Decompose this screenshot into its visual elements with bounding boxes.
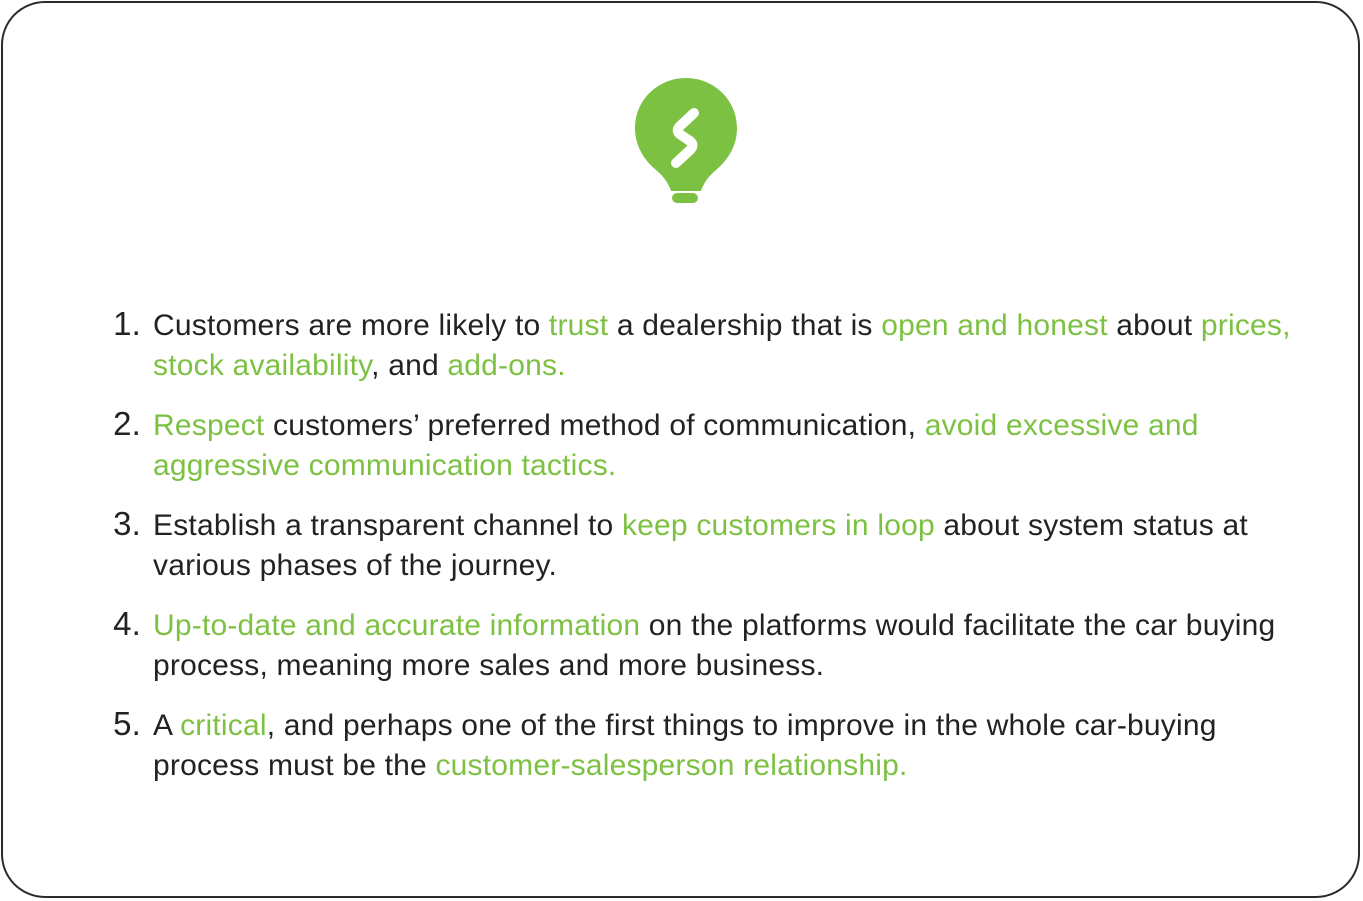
highlighted-text: add-ons. bbox=[447, 349, 566, 382]
insight-item: 3. Establish a transparent channel to kee… bbox=[103, 505, 1303, 586]
highlighted-text: Up-to-date and accurate information bbox=[153, 609, 641, 642]
body-text: customers’ preferred method of communica… bbox=[264, 409, 925, 442]
body-text: Establish a transparent channel to bbox=[153, 509, 622, 542]
highlighted-text: Respect bbox=[153, 409, 265, 442]
body-text: A bbox=[153, 709, 181, 742]
insight-number: 5. bbox=[113, 705, 141, 742]
body-text: about bbox=[1107, 309, 1201, 342]
insights-list: 1. Customers are more likely to trust a d… bbox=[103, 305, 1303, 806]
insight-number: 2. bbox=[113, 405, 141, 442]
highlighted-text: open and honest bbox=[881, 309, 1108, 342]
insights-card: 1. Customers are more likely to trust a d… bbox=[1, 1, 1360, 898]
highlighted-text: trust bbox=[548, 309, 609, 342]
insight-item: 5. A critical, and perhaps one of the fir… bbox=[103, 705, 1303, 786]
insight-number: 4. bbox=[113, 605, 141, 642]
highlighted-text: customer-salesperson relationship. bbox=[435, 749, 908, 782]
highlighted-text: critical bbox=[180, 709, 267, 742]
insight-item: 1. Customers are more likely to trust a d… bbox=[103, 305, 1303, 386]
body-text: , and bbox=[371, 349, 448, 382]
lightbulb-icon bbox=[635, 78, 737, 203]
body-text: a dealership that is bbox=[608, 309, 882, 342]
insight-item: 4. Up-to-date and accurate information on… bbox=[103, 605, 1303, 686]
insight-number: 1. bbox=[113, 305, 141, 342]
highlighted-text: keep customers in loop bbox=[621, 509, 935, 542]
insight-number: 3. bbox=[113, 505, 141, 542]
insight-item: 2. Respect customers’ preferred method of… bbox=[103, 405, 1303, 486]
body-text: Customers are more likely to bbox=[153, 309, 549, 342]
